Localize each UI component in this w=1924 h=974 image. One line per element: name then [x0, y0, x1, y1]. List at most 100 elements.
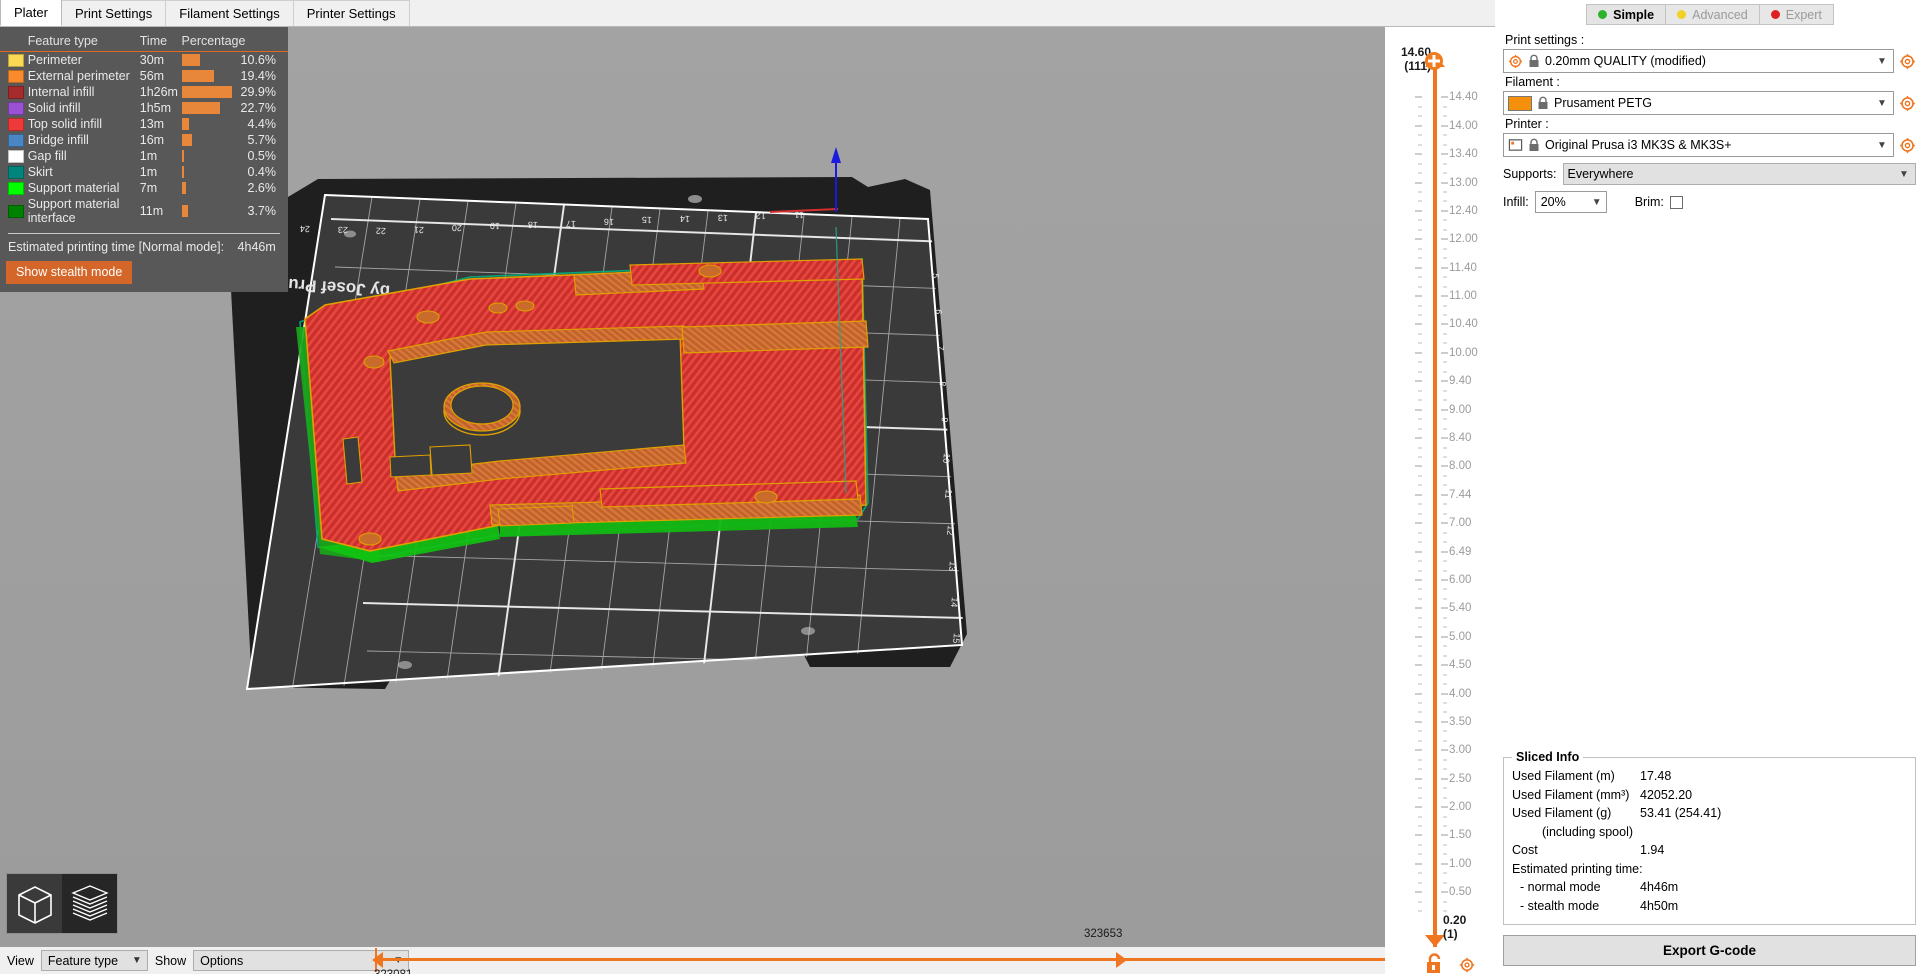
view-select[interactable]: Feature type ▼: [41, 950, 148, 971]
filament-row: Prusament PETG ▼: [1503, 91, 1916, 115]
legend-row[interactable]: Top solid infill13m4.4%: [0, 116, 288, 132]
layer-slider-lower-thumb[interactable]: [1425, 935, 1445, 947]
legend-row[interactable]: Support material7m2.6%: [0, 180, 288, 196]
layer-slider-minor-tick: [1418, 277, 1422, 278]
legend-row[interactable]: Skirt1m0.4%: [0, 164, 288, 180]
legend-row[interactable]: Perimeter30m10.6%: [0, 52, 288, 69]
layer-slider-minor-tick: [1443, 598, 1447, 599]
layer-slider-tick-label: 14.00: [1449, 120, 1478, 132]
legend-row[interactable]: External perimeter56m19.4%: [0, 68, 288, 84]
tab-print-settings[interactable]: Print Settings: [61, 0, 166, 26]
legend-row[interactable]: Gap fill1m0.5%: [0, 148, 288, 164]
mode-advanced-button[interactable]: Advanced: [1665, 4, 1760, 25]
layer-slider-lower-height: 0.20: [1443, 913, 1493, 927]
export-gcode-button[interactable]: Export G-code: [1503, 935, 1916, 966]
layer-slider-minor-tick: [1418, 570, 1422, 571]
layer-slider-tick-label: 9.40: [1449, 375, 1471, 387]
tab-print-settings-label: Print Settings: [75, 6, 152, 21]
tab-filament-settings[interactable]: Filament Settings: [165, 0, 293, 26]
layer-slider-tick: [1441, 267, 1448, 268]
layer-slider-minor-tick: [1443, 731, 1447, 732]
move-slider-lower-thumb[interactable]: [372, 952, 383, 968]
mode-expert-dot-icon: [1771, 10, 1780, 19]
layer-slider-tick: [1415, 125, 1422, 126]
horizontal-move-slider[interactable]: 323081 323653: [372, 947, 1382, 974]
sliced-info-time-title-row: Estimated printing time:: [1512, 861, 1907, 879]
legend-row-percentage: 29.9%: [236, 84, 288, 100]
legend-row-bar-cell: [182, 148, 237, 164]
move-slider-upper-thumb[interactable]: [1116, 952, 1127, 968]
layer-slider-minor-tick: [1443, 674, 1447, 675]
view-mode-3d-editor-button[interactable]: [7, 874, 62, 933]
supports-select[interactable]: Everywhere ▼: [1563, 163, 1916, 185]
legend-row[interactable]: Solid infill1h5m22.7%: [0, 100, 288, 116]
infill-select[interactable]: 20% ▼: [1535, 191, 1607, 213]
layer-slider-minor-tick: [1418, 144, 1422, 145]
legend-row-swatch-cell: [0, 68, 28, 84]
layer-slider-tick: [1441, 210, 1448, 211]
svg-text:10: 10: [941, 453, 952, 464]
print-settings-select[interactable]: 0.20mm QUALITY (modified) ▼: [1503, 49, 1894, 73]
sliced-info-value: 42052.20: [1640, 787, 1692, 805]
show-stealth-mode-button[interactable]: Show stealth mode: [6, 261, 132, 284]
tab-filament-settings-label: Filament Settings: [179, 6, 279, 21]
legend-row[interactable]: Support material interface11m3.7%: [0, 196, 288, 226]
svg-text:11: 11: [943, 489, 954, 499]
mode-expert-button[interactable]: Expert: [1759, 4, 1834, 25]
layer-slider-tick-label: 4.50: [1449, 659, 1471, 671]
layer-slider-tick: [1415, 665, 1422, 666]
gear-icon[interactable]: [1459, 957, 1475, 973]
print-settings-edit-gear-icon[interactable]: [1899, 53, 1916, 70]
layer-slider-minor-tick: [1443, 816, 1447, 817]
layer-slider-minor-tick: [1443, 343, 1447, 344]
printer-select[interactable]: Original Prusa i3 MK3S & MK3S+ ▼: [1503, 133, 1894, 157]
layer-slider-tick: [1415, 154, 1422, 155]
view-select-value: Feature type: [48, 954, 127, 968]
layer-slider-minor-tick: [1418, 542, 1422, 543]
svg-text:5: 5: [930, 273, 940, 279]
layer-slider-minor-tick: [1443, 400, 1447, 401]
layer-slider-knob-icon[interactable]: [1423, 50, 1445, 72]
legend-row[interactable]: Bridge infill16m5.7%: [0, 132, 288, 148]
mode-simple-button[interactable]: Simple: [1586, 4, 1666, 25]
legend-table: Feature type Time Percentage Perimeter30…: [0, 32, 288, 226]
layer-slider-rail[interactable]: [1433, 67, 1437, 947]
printer-edit-gear-icon[interactable]: [1899, 137, 1916, 154]
move-slider-track[interactable]: [382, 958, 1492, 961]
sliced-info-value: 1.94: [1640, 842, 1664, 860]
view-mode-preview-button[interactable]: [62, 874, 117, 933]
layer-slider-tick-label: 2.50: [1449, 773, 1471, 785]
legend-row-time: 1h26m: [140, 84, 182, 100]
tab-printer-settings[interactable]: Printer Settings: [293, 0, 410, 26]
legend-header-feature: Feature type: [28, 32, 140, 52]
brim-checkbox[interactable]: [1670, 196, 1683, 209]
layer-slider-tick: [1441, 352, 1448, 353]
layer-slider-minor-tick: [1443, 201, 1447, 202]
layer-slider-tick: [1415, 523, 1422, 524]
legend-row-time: 30m: [140, 52, 182, 69]
layer-slider-minor-tick: [1418, 362, 1422, 363]
layer-slider-minor-tick: [1443, 248, 1447, 249]
legend-color-swatch: [8, 102, 24, 115]
layer-slider-tick: [1441, 239, 1448, 240]
layer-slider-minor-tick: [1443, 220, 1447, 221]
tab-plater[interactable]: Plater: [0, 0, 62, 26]
layer-slider-minor-tick: [1418, 447, 1422, 448]
layer-slider-minor-tick: [1443, 428, 1447, 429]
layer-slider-tick-label: 3.50: [1449, 716, 1471, 728]
legend-body: Perimeter30m10.6%External perimeter56m19…: [0, 52, 288, 227]
layer-slider-minor-tick: [1418, 135, 1422, 136]
legend-row[interactable]: Internal infill1h26m29.9%: [0, 84, 288, 100]
layer-slider-tick: [1441, 835, 1448, 836]
unlocked-lock-icon[interactable]: [1425, 952, 1444, 974]
sliced-info-value: 53.41 (254.41): [1640, 805, 1721, 823]
layer-slider-minor-tick: [1443, 542, 1447, 543]
layer-slider-tick: [1415, 352, 1422, 353]
chevron-down-icon: ▼: [1895, 169, 1913, 180]
layer-slider-tick: [1415, 579, 1422, 580]
sliced-info-key: Used Filament (mm³): [1512, 787, 1640, 805]
filament-select[interactable]: Prusament PETG ▼: [1503, 91, 1894, 115]
layer-slider[interactable]: 14.60 (111) 0.20 (1) 14.4014.0013.4013.0…: [1385, 27, 1495, 974]
filament-edit-gear-icon[interactable]: [1899, 95, 1916, 112]
layer-slider-minor-tick: [1418, 343, 1422, 344]
